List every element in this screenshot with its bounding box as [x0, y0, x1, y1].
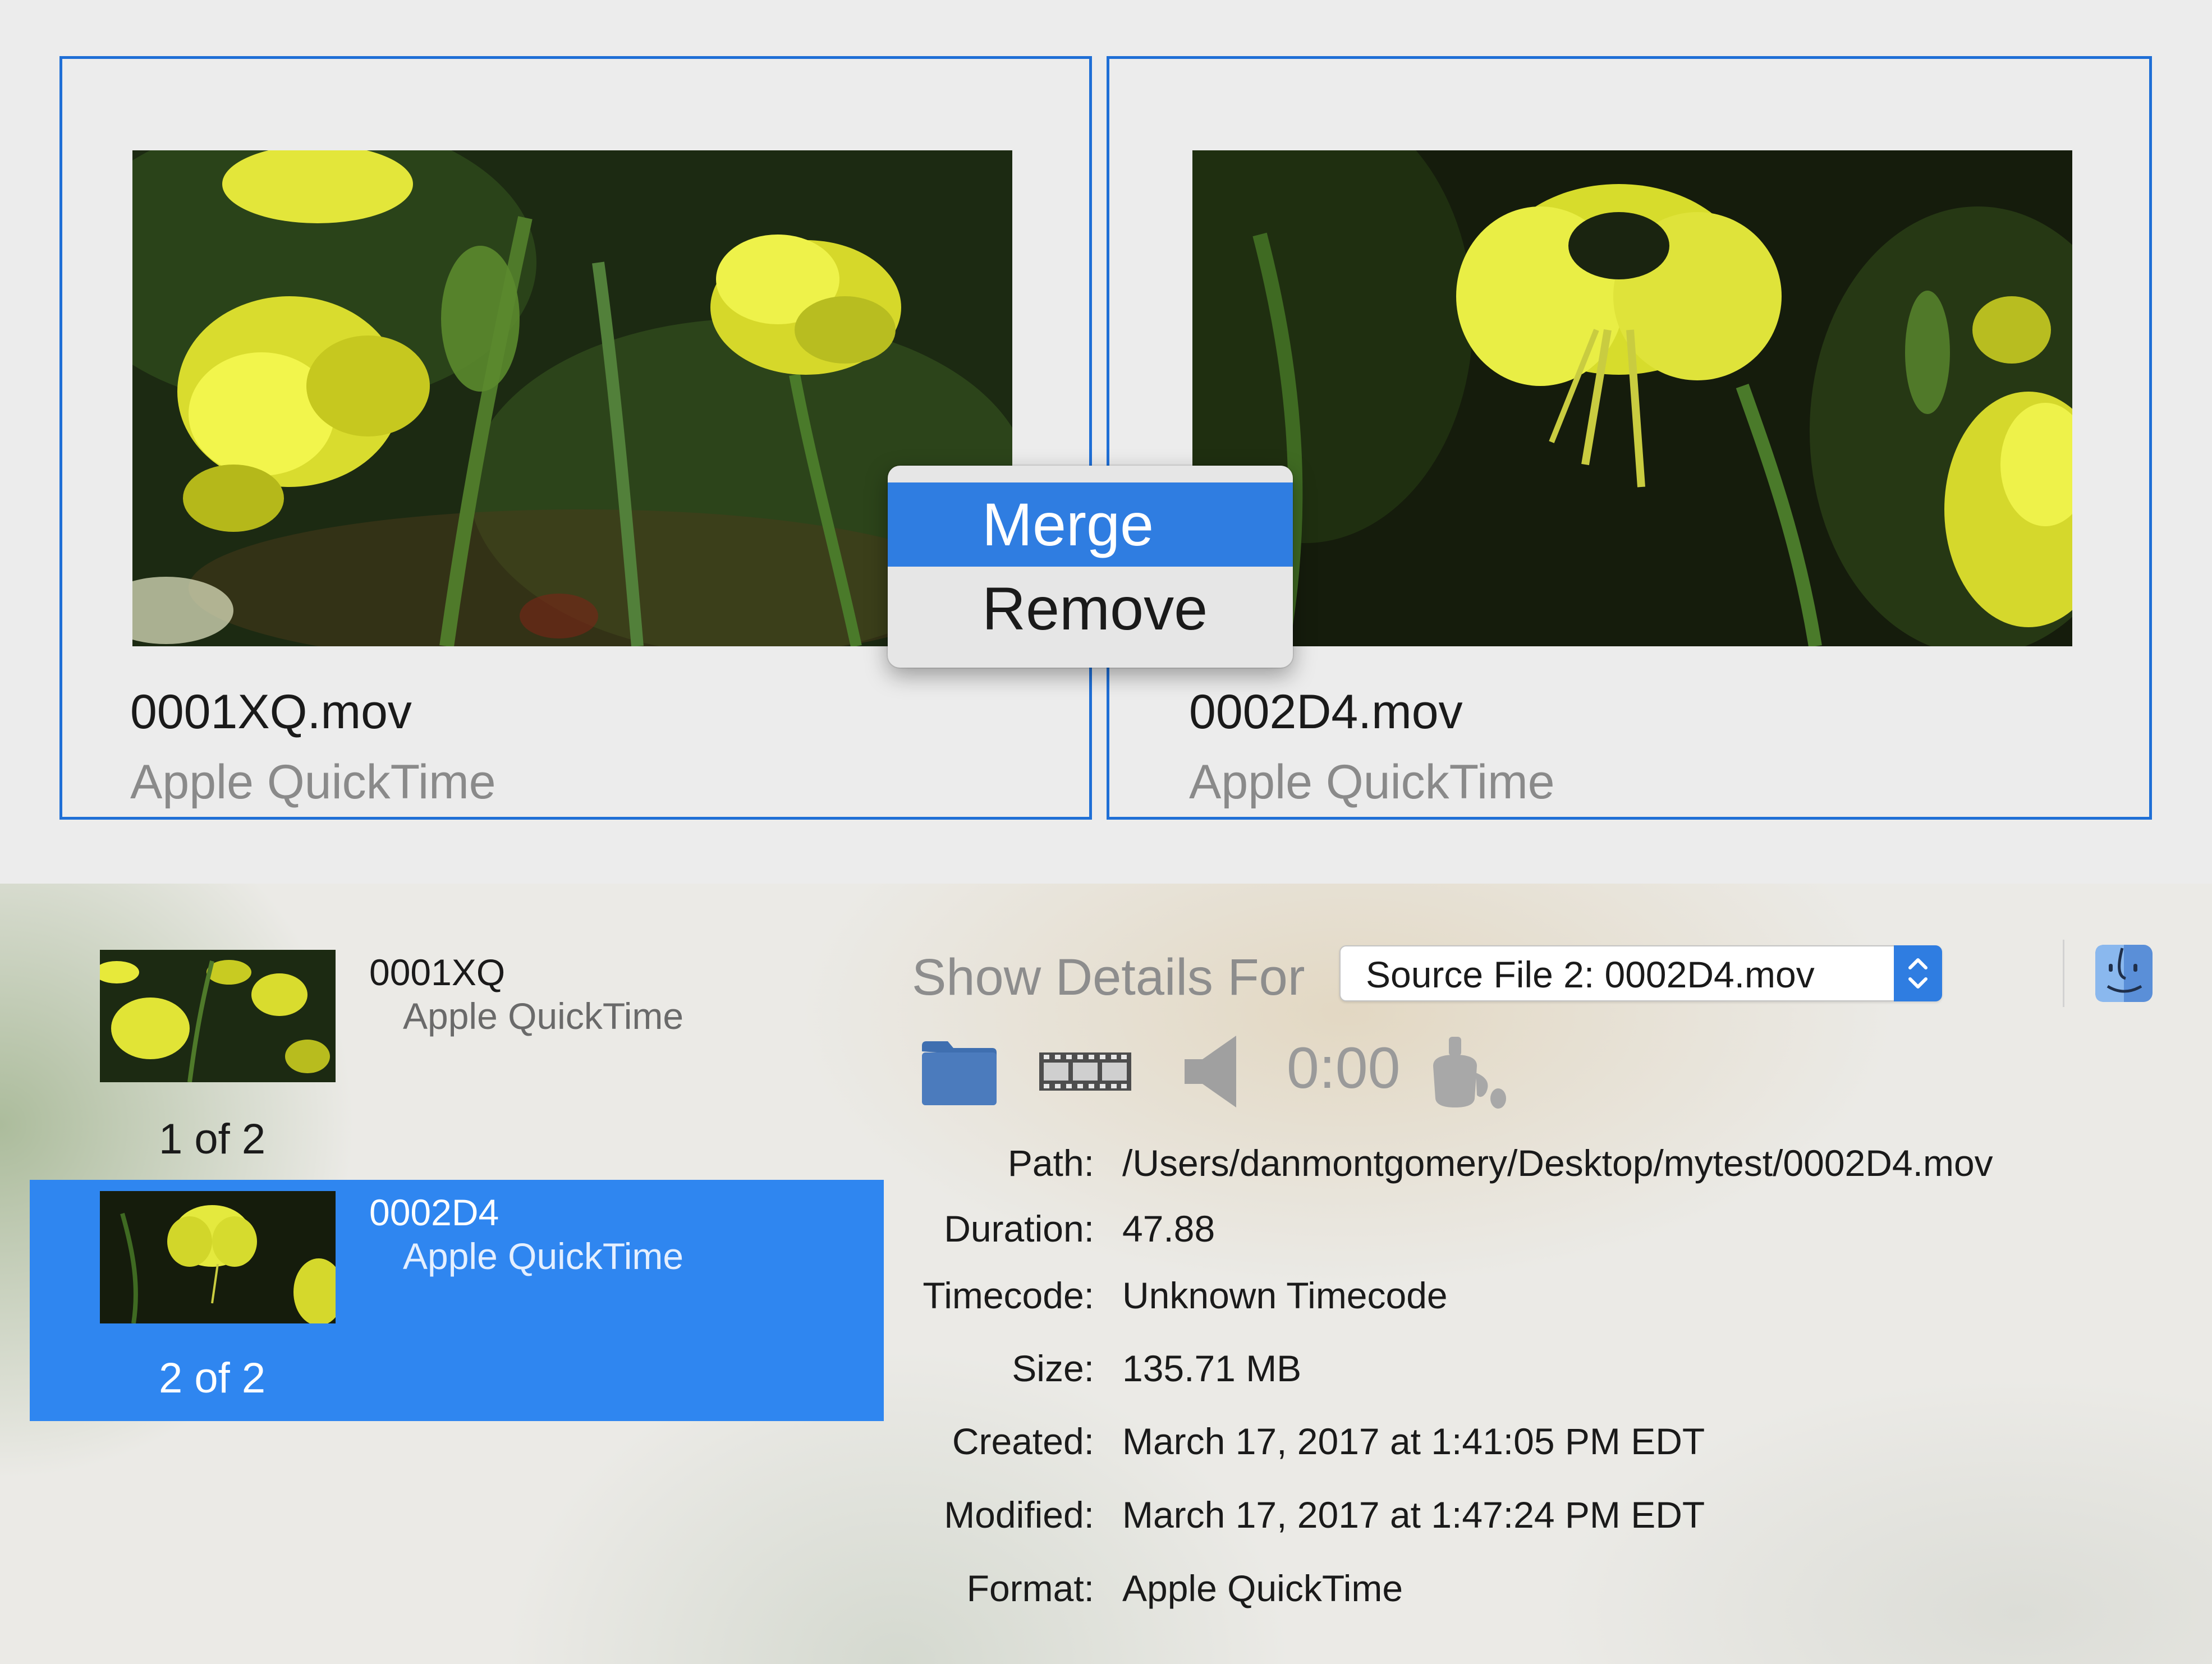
format-value: Apple QuickTime — [1122, 1568, 1403, 1609]
clip-thumbnail-0001xq — [132, 150, 1012, 646]
duration-value: 47.88 — [1122, 1208, 1215, 1249]
path-value: /Users/danmontgomery/Desktop/mytest/0002… — [1122, 1142, 1993, 1184]
source-format: Apple QuickTime — [403, 995, 684, 1037]
paint-bucket-icon[interactable] — [1420, 1032, 1509, 1111]
clip-filename: 0001XQ.mov — [130, 685, 412, 739]
clip-context-menu: Merge Remove — [888, 466, 1293, 668]
divider — [2063, 940, 2064, 1007]
source-format: Apple QuickTime — [403, 1235, 684, 1277]
finder-icon[interactable] — [2093, 943, 2155, 1004]
clip-format: Apple QuickTime — [1189, 755, 1555, 809]
time-display: 0:00 — [1287, 1036, 1401, 1101]
timecode-value: Unknown Timecode — [1122, 1275, 1448, 1316]
source-thumbnail — [100, 1191, 336, 1323]
source-thumbnail — [100, 950, 336, 1082]
modified-value: March 17, 2017 at 1:47:24 PM EDT — [1122, 1494, 1705, 1536]
source-file-select[interactable]: Source File 2: 0002D4.mov — [1339, 945, 1942, 1001]
created-label: Created: — [952, 1421, 1094, 1462]
format-label: Format: — [966, 1568, 1094, 1609]
up-down-chevron-icon[interactable] — [1894, 945, 1942, 1001]
source-count: 1 of 2 — [159, 1115, 266, 1163]
source-name: 0002D4 — [369, 1192, 499, 1233]
source-list-item-selected[interactable]: 0002D4 Apple QuickTime 2 of 2 — [30, 1180, 884, 1421]
source-select-value: Source File 2: 0002D4.mov — [1366, 954, 1815, 995]
source-name: 0001XQ — [369, 951, 506, 993]
speaker-icon[interactable] — [1180, 1032, 1245, 1111]
size-label: Size: — [1012, 1348, 1094, 1389]
menu-item-merge[interactable]: Merge — [888, 482, 1293, 567]
clip-format: Apple QuickTime — [130, 755, 496, 809]
folder-icon[interactable] — [919, 1032, 1000, 1111]
menu-item-remove[interactable]: Remove — [888, 567, 1293, 651]
source-count: 2 of 2 — [159, 1354, 266, 1402]
clip-card-0002d4[interactable]: 0002D4.mov Apple QuickTime — [1107, 56, 2152, 820]
filmstrip-icon[interactable] — [1037, 1032, 1133, 1111]
clip-thumbnail-0002d4 — [1192, 150, 2072, 646]
clip-filename: 0002D4.mov — [1189, 685, 1463, 739]
timecode-label: Timecode: — [923, 1275, 1094, 1316]
show-details-label: Show Details For — [912, 949, 1305, 1006]
duration-label: Duration: — [944, 1208, 1094, 1249]
source-list-item[interactable]: 0001XQ Apple QuickTime 1 of 2 — [30, 884, 884, 1163]
size-value: 135.71 MB — [1122, 1348, 1302, 1389]
path-label: Path: — [1007, 1142, 1094, 1184]
modified-label: Modified: — [944, 1494, 1094, 1536]
details-panel: 0001XQ Apple QuickTime 1 of 2 0002D4 App… — [0, 884, 2212, 1664]
created-value: March 17, 2017 at 1:41:05 PM EDT — [1122, 1421, 1705, 1462]
clip-card-0001xq[interactable]: 0001XQ.mov Apple QuickTime — [59, 56, 1092, 820]
clip-browser: 0001XQ.mov Apple QuickTime 0002D4.mov Ap… — [0, 0, 2212, 884]
